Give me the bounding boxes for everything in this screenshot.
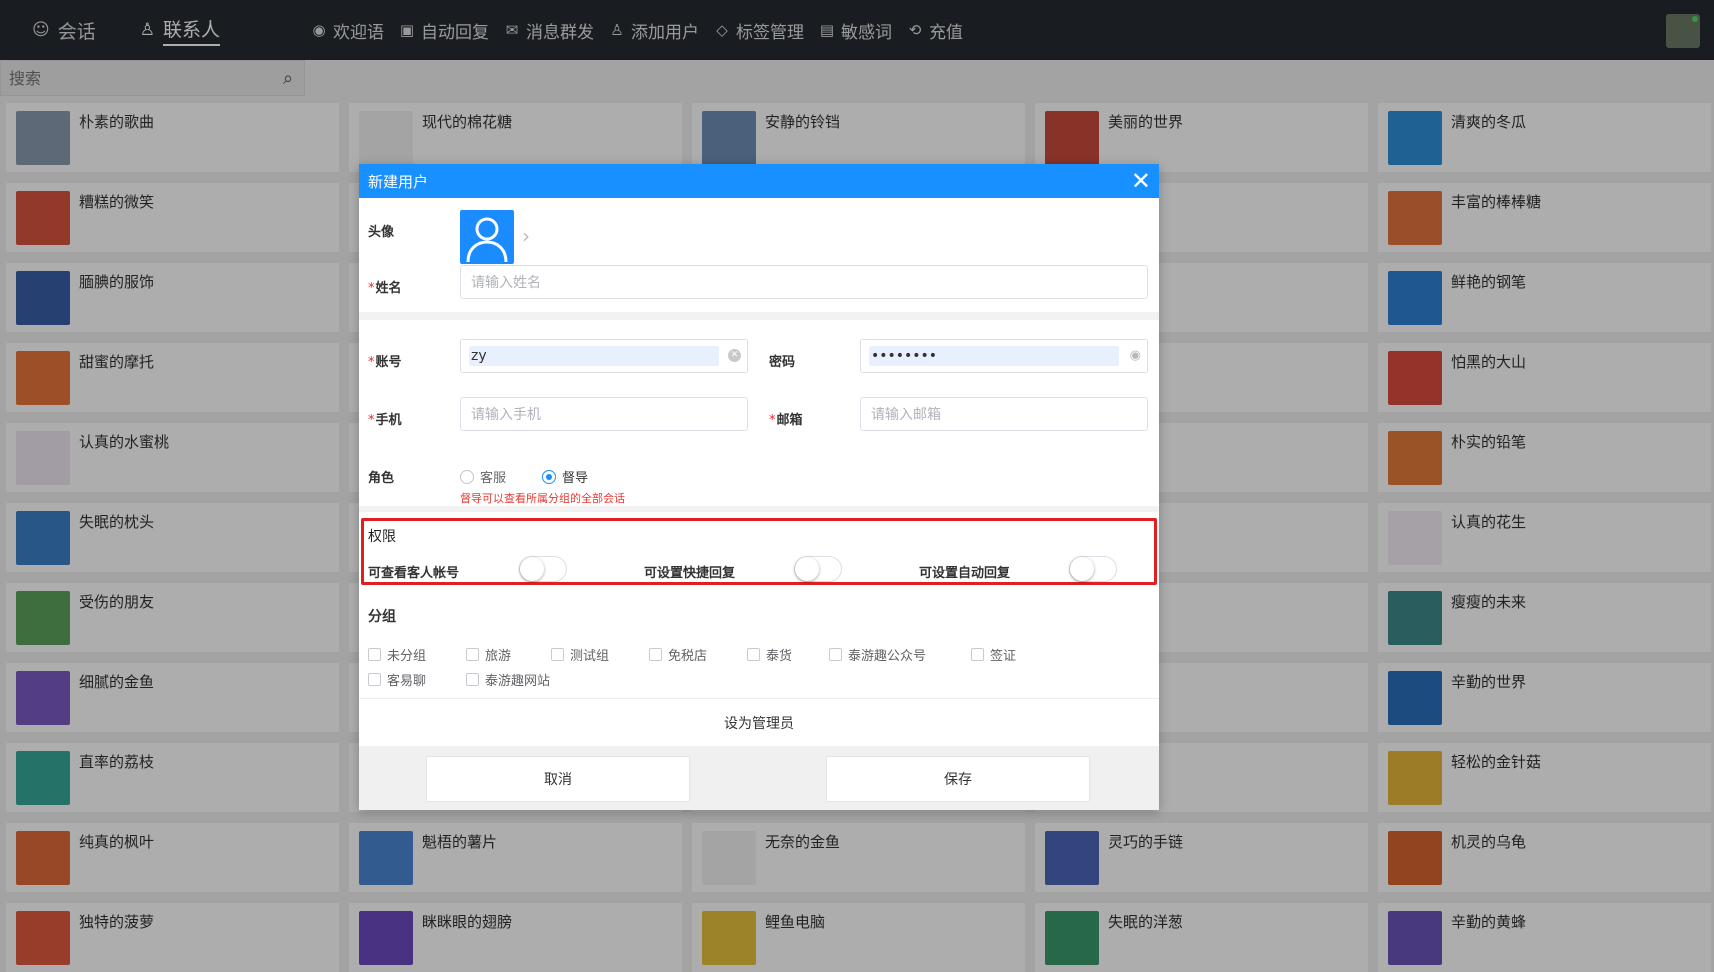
toggle-view-guest-account[interactable] [519,556,567,582]
permission-label: 可设置自动回复 [919,566,1011,581]
checkbox-box [466,648,479,661]
checkbox-box [466,673,479,686]
checkbox-label: 免税店 [668,649,708,664]
checkbox-label: 测试组 [570,649,610,664]
group-label: 分组 [368,609,396,625]
radio-circle [460,469,474,484]
account-value: zy [471,348,487,364]
checkbox-label: 签证 [990,649,1017,664]
dialog-footer: 取消 保存 [359,746,1159,810]
password-value: •••••••• [871,348,938,364]
toggle-auto-reply[interactable] [1069,556,1117,582]
cancel-button[interactable]: 取消 [426,756,690,802]
group-checkbox[interactable]: 泰货 [747,645,792,664]
user-avatar-icon [466,217,508,263]
set-admin-button[interactable]: 设为管理员 [359,698,1159,746]
eye-icon[interactable]: ◉ [1130,348,1141,363]
checkbox-box [368,648,381,661]
checkbox-box [829,648,842,661]
account-field[interactable]: zy ✕ [460,339,748,373]
checkbox-label: 泰游趣网站 [485,674,551,689]
permission-label: 可查看客人帐号 [368,566,460,581]
checkbox-box [747,648,760,661]
group-checkbox[interactable]: 泰游趣公众号 [829,645,926,664]
permission-label: 可设置快捷回复 [644,566,736,581]
email-field[interactable]: 请输入邮箱 [860,397,1148,431]
phone-field[interactable]: 请输入手机 [460,397,748,431]
checkbox-label: 旅游 [485,649,512,664]
save-button[interactable]: 保存 [826,756,1090,802]
checkbox-box [649,648,662,661]
divider [359,506,1159,512]
group-checkbox[interactable]: 客易聊 [368,670,426,689]
save-label: 保存 [944,772,972,788]
radio-circle [542,469,556,484]
new-user-dialog: 新建用户 ✕ 头像 › *姓名 请输入姓名 *账号 zy ✕ 密码 ••••••… [359,164,1159,810]
role-label: 角色 [368,471,395,486]
avatar-label: 头像 [368,225,395,240]
close-icon[interactable]: ✕ [1131,167,1151,195]
email-label: *邮箱 [769,413,803,428]
group-checkbox[interactable]: 未分组 [368,645,426,664]
group-checkbox[interactable]: 测试组 [551,645,609,664]
set-admin-label: 设为管理员 [724,715,794,732]
role-hint: 督导可以查看所属分组的全部会话 [460,492,625,505]
group-checkbox[interactable]: 旅游 [466,645,511,664]
role-radio-supervisor[interactable]: 督导 [542,467,588,486]
role-radio-service[interactable]: 客服 [460,467,506,486]
group-checkbox[interactable]: 免税店 [649,645,707,664]
permissions-label: 权限 [368,529,396,545]
checkbox-label: 泰货 [766,649,793,664]
toggle-knob [795,557,819,581]
dialog-header: 新建用户 ✕ [359,164,1159,198]
group-checkbox[interactable]: 泰游趣网站 [466,670,550,689]
checkbox-label: 未分组 [387,649,427,664]
toggle-quick-reply[interactable] [794,556,842,582]
name-label: *姓名 [368,281,402,296]
checkbox-box [971,648,984,661]
checkbox-label: 客易聊 [387,674,427,689]
group-checkbox[interactable]: 签证 [971,645,1016,664]
password-field[interactable]: •••••••• ◉ [860,339,1148,373]
account-label: *账号 [368,355,402,370]
toggle-knob [520,557,544,581]
phone-label: *手机 [368,413,402,428]
radio-label: 客服 [480,471,507,486]
checkbox-box [551,648,564,661]
name-field[interactable]: 请输入姓名 [460,265,1148,299]
checkbox-label: 泰游趣公众号 [848,649,927,664]
checkbox-box [368,673,381,686]
avatar-picker[interactable] [460,210,514,264]
divider [359,312,1159,320]
radio-label: 督导 [562,471,589,486]
toggle-knob [1070,557,1094,581]
cancel-label: 取消 [544,772,572,788]
chevron-right-icon[interactable]: › [522,224,530,248]
clear-icon[interactable]: ✕ [728,349,741,362]
dialog-title: 新建用户 [368,172,429,191]
password-label: 密码 [769,355,796,370]
permissions-highlight [361,518,1157,585]
